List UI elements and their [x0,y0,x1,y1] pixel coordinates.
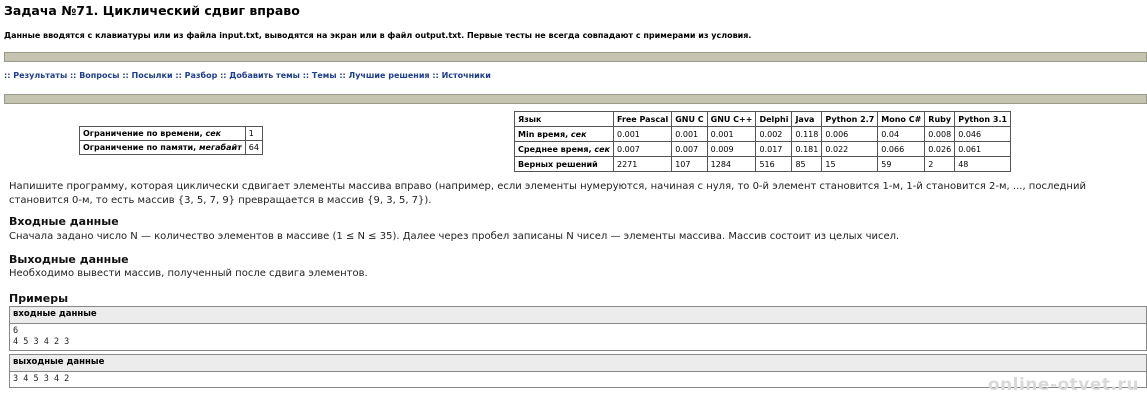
example-input-line: 6 [13,326,19,336]
stats-row-label: Верных решений [514,156,614,172]
example-output-content: 3 4 5 3 4 2 [10,372,1146,387]
stats-table: Язык Free Pascal GNU C GNU C++ Delphi Ja… [514,111,1012,172]
nav-link-add-topic[interactable]: Добавить темы [229,71,300,80]
stats-row-accepted: Верных решений 2271 107 1284 516 85 15 5… [514,156,1012,172]
example-input-line: 4 5 3 4 2 3 [13,337,70,347]
time-limit-value: 1 [244,126,263,141]
time-limit-unit: сек [205,129,222,138]
stats-cell: 0.008 [924,126,956,142]
stats-cell: 0.066 [877,141,926,157]
stats-cell: 0.001 [612,126,673,142]
stats-cell: 85 [791,156,823,172]
memory-limit-unit: мегабайт [199,143,242,152]
stats-cell: 516 [755,156,793,172]
stats-cell: 0.006 [821,126,879,142]
stats-header-cell: Free Pascal [612,111,673,127]
example-output-label: выходные данные [10,355,1146,372]
stats-header-cell: GNU C++ [706,111,757,127]
nav-separator: :: [339,71,346,80]
nav-link-topics[interactable]: Темы [312,71,337,80]
stats-cell: 1284 [706,156,757,172]
example-input-label: входные данные [10,307,1146,324]
nav-separator: :: [122,71,129,80]
memory-limit-row: Ограничение по памяти, мегабайт 64 [79,140,263,155]
output-heading: Выходные данные [9,253,129,266]
stats-header-cell: Mono C# [877,111,926,127]
nav-link-best-solutions[interactable]: Лучшие решения [349,71,430,80]
problem-statement: Напишите программу, которая циклически с… [9,181,1086,206]
io-note: Данные вводятся с клавиатуры или из файл… [4,31,752,40]
nav-link-questions[interactable]: Вопросы [79,71,119,80]
nav-link-submissions[interactable]: Посылки [132,71,173,80]
stats-cell: 15 [821,156,879,172]
stats-cell: 48 [954,156,1012,172]
stats-cell: 0.181 [791,141,823,157]
stats-cell: 0.007 [671,141,708,157]
example-input-block: входные данные 6 4 5 3 4 2 3 [9,306,1147,351]
limits-table: Ограничение по времени, сек 1 Ограничени… [79,126,263,155]
divider-bar-bottom [4,94,1147,104]
divider-bar-top [4,52,1147,62]
stats-cell: 0.046 [954,126,1012,142]
nav-separator: :: [175,71,182,80]
page-title: Задача №71. Циклический сдвиг вправо [4,3,300,18]
time-limit-row: Ограничение по времени, сек 1 [79,126,263,141]
nav-link-results[interactable]: Результаты [13,71,67,80]
stats-cell: 0.017 [755,141,793,157]
stats-cell: 0.002 [755,126,793,142]
stats-cell: 107 [671,156,708,172]
stats-row-label: Min время, сек [514,126,614,142]
stats-header-row: Язык Free Pascal GNU C GNU C++ Delphi Ja… [514,111,1012,127]
input-heading: Входные данные [9,215,119,228]
stats-header-cell: Python 2.7 [821,111,879,127]
nav-separator: :: [220,71,227,80]
stats-row-min-time: Min время, сек 0.001 0.001 0.001 0.002 0… [514,126,1012,142]
stats-cell: 0.001 [706,126,757,142]
stats-cell: 0.026 [924,141,956,157]
stats-cell: 0.04 [877,126,926,142]
output-description: Необходимо вывести массив, полученный по… [9,268,368,279]
stats-cell: 0.001 [671,126,708,142]
stats-cell: 0.061 [954,141,1012,157]
example-output-block: выходные данные 3 4 5 3 4 2 [9,354,1147,388]
example-input-content: 6 4 5 3 4 2 3 [10,324,1146,350]
stats-header-cell: Язык [514,111,614,127]
examples-heading: Примеры [9,292,69,305]
stats-header-cell: Delphi [755,111,793,127]
stats-row-label: Среднее время, сек [514,141,614,157]
memory-limit-label: Ограничение по памяти, мегабайт [79,140,246,155]
nav-link-analysis[interactable]: Разбор [185,71,218,80]
stats-cell: 59 [877,156,926,172]
time-limit-label: Ограничение по времени, сек [79,126,246,141]
nav-bar: :: Результаты :: Вопросы :: Посылки :: Р… [4,71,491,80]
watermark: online-otvet.ru [987,375,1139,395]
nav-separator: :: [69,71,77,80]
nav-separator: :: [432,71,439,80]
stats-cell: 0.118 [791,126,823,142]
stats-cell: 0.007 [612,141,673,157]
stats-cell: 0.022 [821,141,879,157]
stats-cell: 2271 [612,156,673,172]
nav-link-sources[interactable]: Источники [442,71,491,80]
stats-cell: 2 [924,156,956,172]
stats-row-avg-time: Среднее время, сек 0.007 0.007 0.009 0.0… [514,141,1012,157]
input-description: Сначала задано число N — количество элем… [9,231,900,242]
memory-limit-value: 64 [244,140,263,155]
nav-separator: :: [302,71,310,80]
nav-separator: :: [4,71,11,80]
stats-header-cell: Ruby [924,111,956,127]
example-output-line: 3 4 5 3 4 2 [13,374,70,384]
stats-header-cell: GNU C [671,111,708,127]
stats-cell: 0.009 [706,141,757,157]
stats-header-cell: Python 3.1 [954,111,1012,127]
stats-header-cell: Java [791,111,823,127]
